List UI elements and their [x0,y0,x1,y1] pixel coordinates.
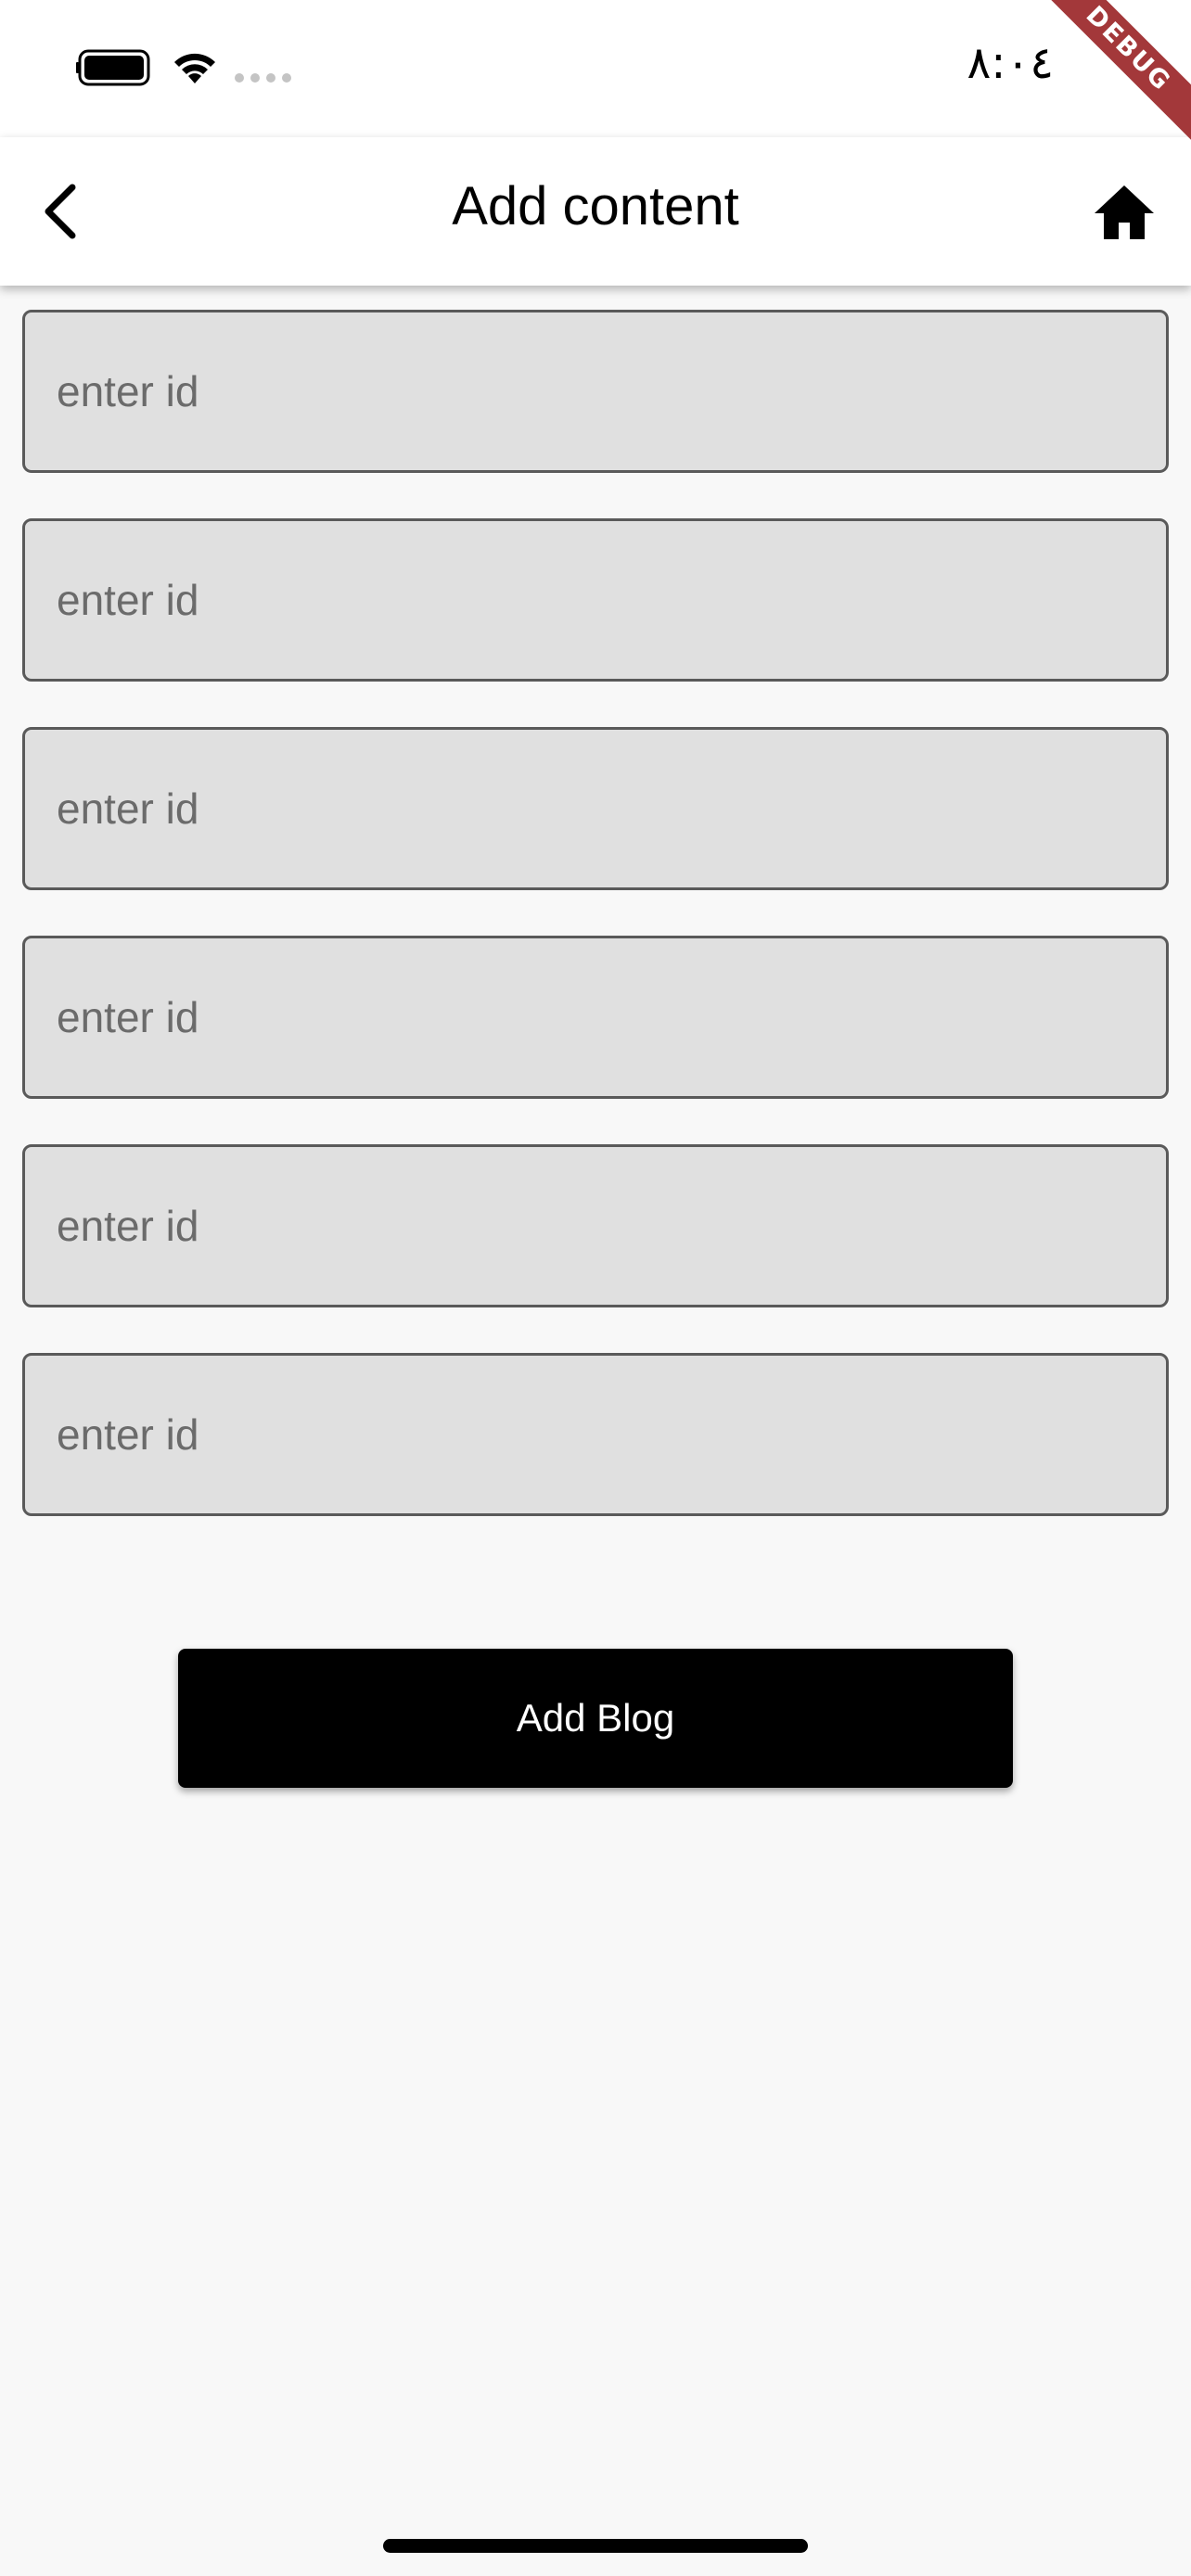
id-field-1[interactable] [22,310,1169,473]
screen: ٨:٠٤ DEBUG Add content Add Blog [0,0,1191,2576]
home-button[interactable] [1085,174,1163,252]
page-title: Add content [452,176,739,236]
debug-banner: DEBUG [1024,0,1191,167]
id-field-5[interactable] [22,1144,1169,1307]
signal-dots-icon [235,73,291,83]
debug-banner-label: DEBUG [1029,0,1191,148]
app-bar: Add content [0,137,1191,286]
add-blog-button[interactable]: Add Blog [178,1649,1013,1788]
wifi-icon [174,53,215,83]
id-field-4[interactable] [22,936,1169,1099]
status-bar: ٨:٠٤ [0,0,1191,137]
battery-icon [76,49,150,86]
id-field-3[interactable] [22,727,1169,890]
home-indicator [383,2539,808,2553]
home-icon [1095,185,1154,239]
id-field-6[interactable] [22,1353,1169,1516]
id-field-2[interactable] [22,518,1169,682]
